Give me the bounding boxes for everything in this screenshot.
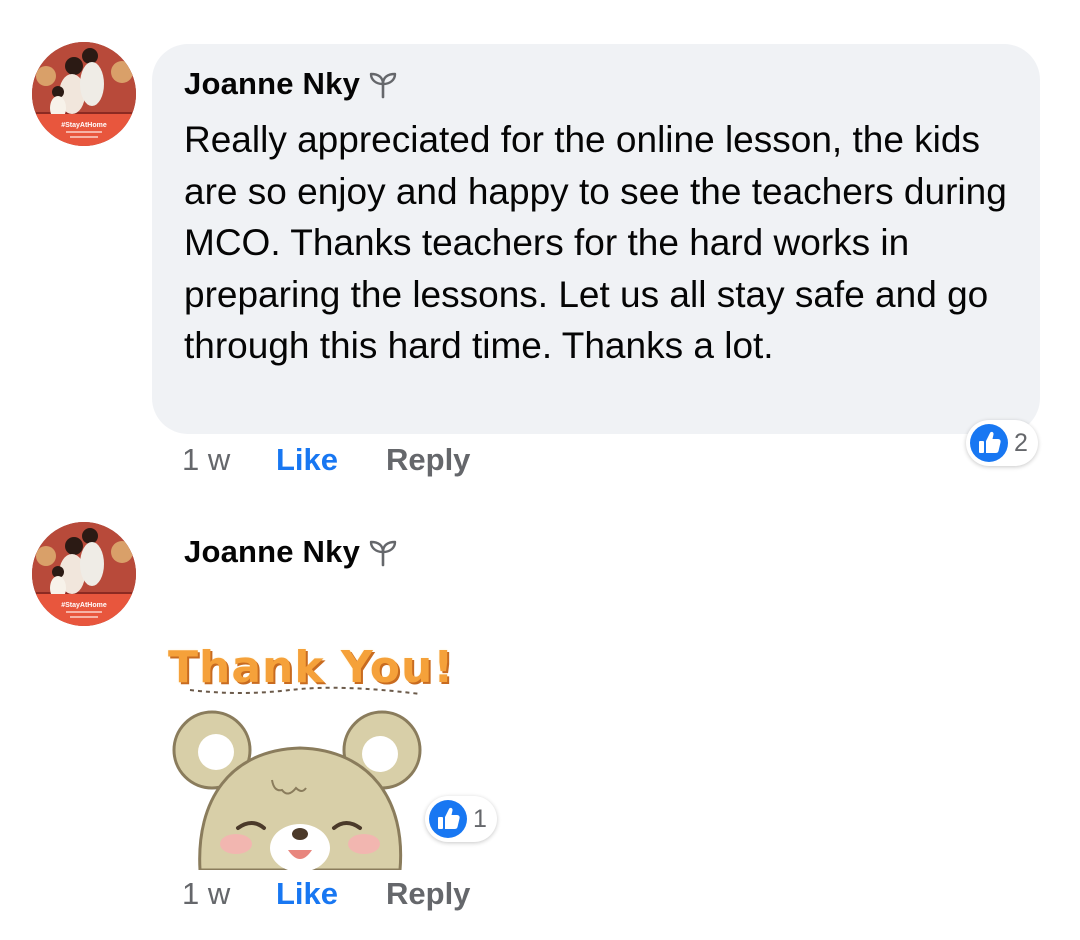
like-button[interactable]: Like — [276, 442, 386, 478]
comment-header: Joanne Nky — [184, 532, 398, 572]
reaction-count: 2 — [1014, 428, 1028, 457]
reply-button[interactable]: Reply — [386, 876, 470, 912]
comment-text: Really appreciated for the online lesson… — [184, 119, 1007, 366]
like-button[interactable]: Like — [276, 876, 386, 912]
author-name[interactable]: Joanne Nky — [184, 66, 360, 102]
timestamp[interactable]: 1 w — [182, 442, 276, 478]
reaction-count-badge[interactable]: 2 — [966, 420, 1038, 466]
reaction-count: 1 — [473, 804, 487, 833]
comment-bubble: Joanne Nky Really appreciated for the on… — [152, 44, 1040, 434]
avatar-overlay-text: #StayAtHome — [61, 122, 107, 129]
avatar[interactable]: #StayAtHome — [32, 42, 136, 146]
comments-thread: #StayAtHome Joanne Nky Really appreciate… — [0, 0, 1080, 940]
bear-sticker-icon — [172, 686, 422, 870]
avatar-image: #StayAtHome — [32, 522, 136, 626]
comment: #StayAtHome Joanne Nky Thank You! 1 1 w … — [0, 500, 1080, 940]
timestamp[interactable]: 1 w — [182, 876, 276, 912]
avatar-overlay-text: #StayAtHome — [61, 602, 107, 609]
comment-actions: 1 w Like Reply — [182, 874, 470, 914]
avatar[interactable]: #StayAtHome — [32, 522, 136, 626]
reply-button[interactable]: Reply — [386, 442, 470, 478]
author-name[interactable]: Joanne Nky — [184, 534, 360, 570]
comment-actions: 1 w Like Reply — [182, 440, 470, 480]
avatar-image: #StayAtHome — [32, 42, 136, 146]
sprout-icon — [368, 537, 398, 567]
sticker[interactable]: Thank You! — [160, 630, 453, 870]
reaction-count-badge[interactable]: 1 — [425, 796, 497, 842]
thumbs-up-icon — [429, 800, 467, 838]
thumbs-up-icon — [970, 424, 1008, 462]
sprout-icon — [368, 69, 398, 99]
comment: #StayAtHome Joanne Nky Really appreciate… — [0, 0, 1080, 500]
